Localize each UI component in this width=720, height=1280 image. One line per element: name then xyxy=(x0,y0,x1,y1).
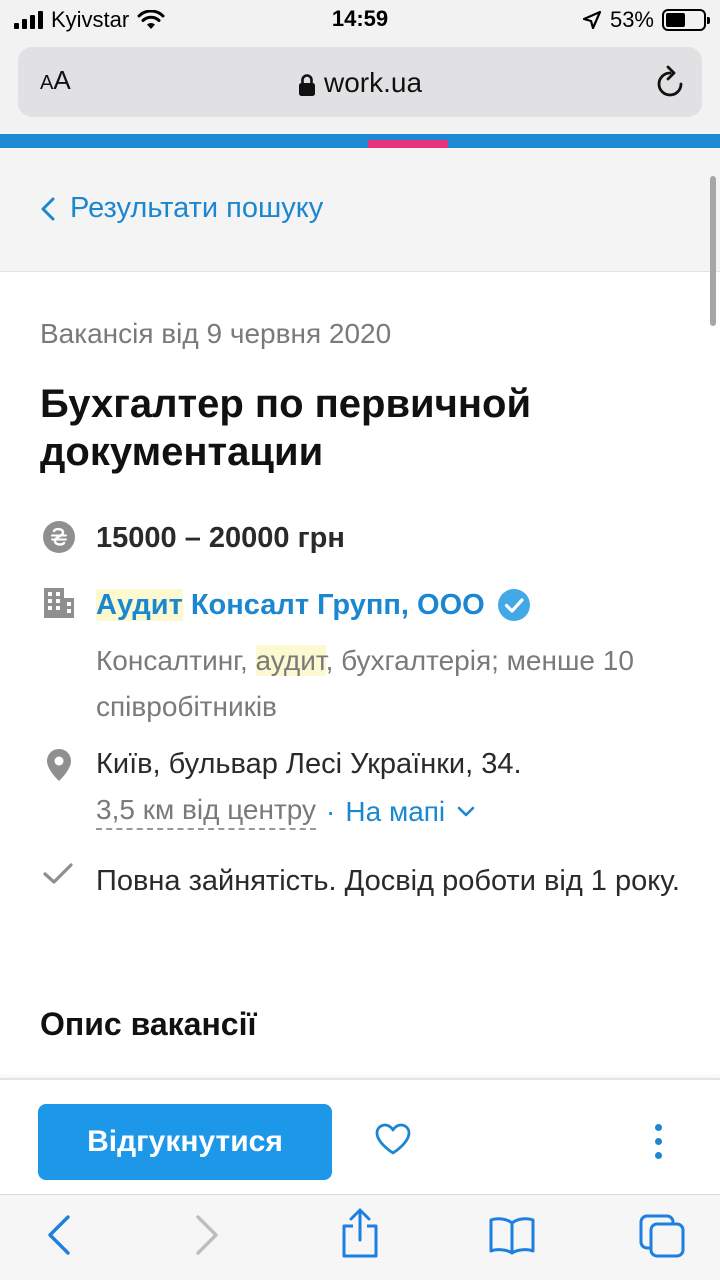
scroll-indicator xyxy=(710,176,716,326)
separator-dot: · xyxy=(326,796,336,827)
map-link[interactable]: На мапі xyxy=(345,796,475,828)
distance-from-center[interactable]: 3,5 км від центру xyxy=(96,794,317,830)
status-right: 53% xyxy=(582,6,710,34)
forward-arrow-icon[interactable] xyxy=(194,1213,222,1257)
action-bar: Відгукнутися xyxy=(0,1078,720,1194)
back-link-label: Результати пошуку xyxy=(70,192,324,224)
checkmark-icon xyxy=(43,863,73,884)
site-header-accent xyxy=(368,140,448,148)
back-bar: Результати пошуку xyxy=(0,148,720,272)
vacancy-date: Вакансія від 9 червня 2020 xyxy=(40,318,392,349)
company-name-highlight: Аудит xyxy=(96,588,183,621)
bookmarks-icon[interactable] xyxy=(488,1215,536,1255)
building-icon xyxy=(44,588,74,618)
browser-address-area: AA work.ua xyxy=(0,40,720,134)
domain-text: work.ua xyxy=(323,67,423,98)
location-arrow-icon xyxy=(582,10,602,30)
status-bar: Kyivstar 14:59 53% xyxy=(0,0,720,40)
address-bar[interactable]: AA work.ua xyxy=(18,47,702,117)
location-pin-icon xyxy=(47,749,71,781)
chevron-down-icon xyxy=(457,806,475,817)
hryvnia-icon xyxy=(43,521,75,553)
share-icon[interactable] xyxy=(338,1207,382,1259)
company-name-rest: Консалт Групп, ООО xyxy=(182,588,485,621)
vacancy-title: Бухгалтер по первичной документации xyxy=(40,382,532,474)
distance-line: 3,5 км від центру · На мапі xyxy=(96,794,475,830)
salary: 15000 – 20000 грн xyxy=(96,522,345,554)
employment-info: Повна зайнятість. Досвід роботи від 1 ро… xyxy=(96,865,680,897)
reload-icon[interactable] xyxy=(654,65,686,99)
battery-icon xyxy=(662,9,710,31)
back-arrow-icon[interactable] xyxy=(44,1213,72,1257)
apply-button[interactable]: Відгукнутися xyxy=(38,1104,332,1180)
more-vertical-icon[interactable] xyxy=(644,1124,672,1159)
company-link[interactable]: Аудит Консалт Групп, ООО xyxy=(96,588,531,622)
site-header-bar xyxy=(0,134,720,148)
address: Київ, бульвар Лесі Українки, 34. xyxy=(96,748,522,780)
verified-icon xyxy=(497,589,530,621)
tabs-icon[interactable] xyxy=(638,1213,686,1259)
url-display[interactable]: work.ua xyxy=(18,67,702,99)
map-link-label: На мапі xyxy=(345,796,446,827)
battery-percent: 53% xyxy=(609,7,654,32)
back-to-results-link[interactable]: Результати пошуку xyxy=(40,192,323,225)
company-description: Консалтинг, аудит, бухгалтерія; менше 10… xyxy=(96,645,634,722)
battery-fill xyxy=(666,13,686,27)
browser-toolbar xyxy=(0,1194,720,1280)
chevron-left-icon xyxy=(41,197,55,220)
description-heading: Опис вакансії xyxy=(40,1006,257,1042)
lock-icon xyxy=(298,73,315,96)
heart-icon[interactable] xyxy=(374,1122,412,1156)
